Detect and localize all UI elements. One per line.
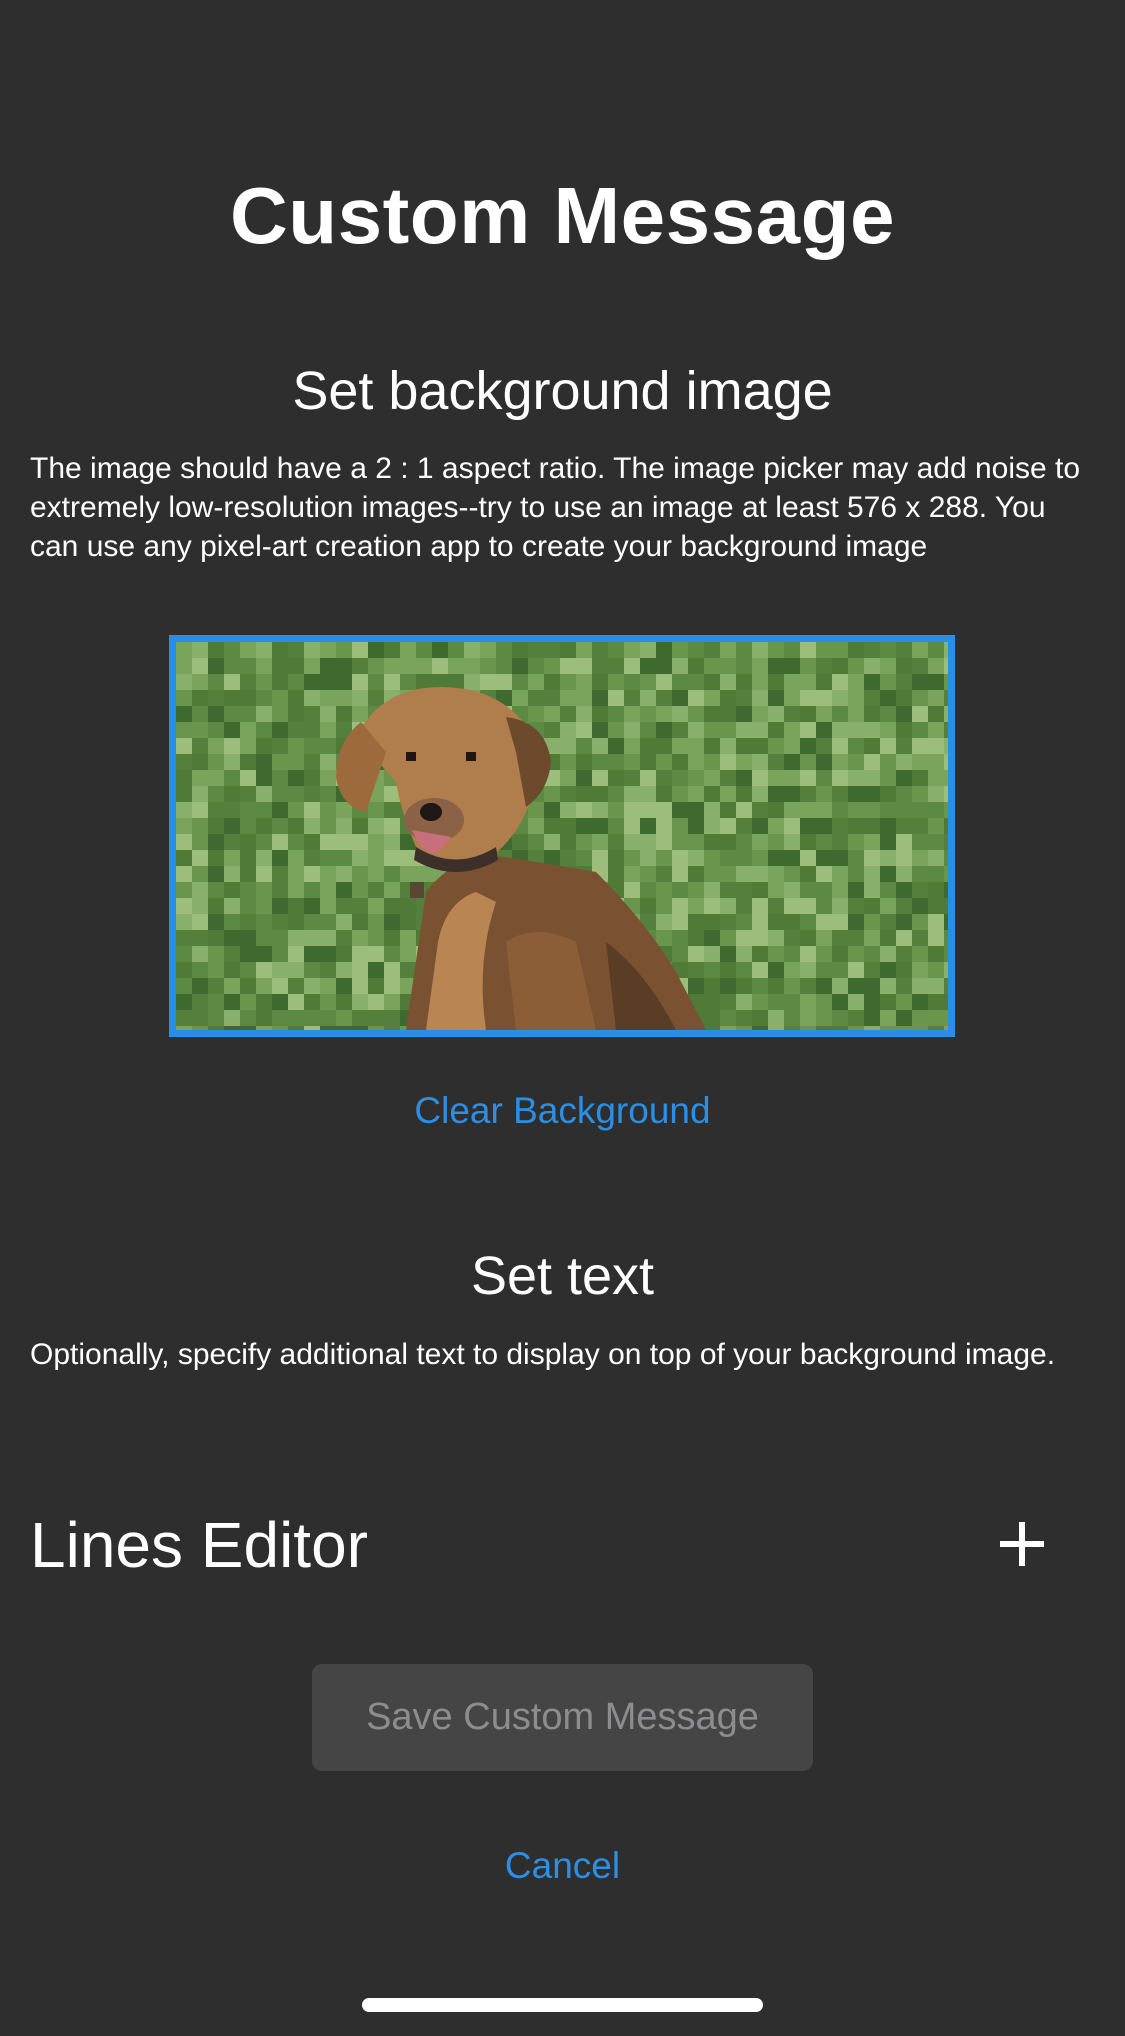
lines-editor-title: Lines Editor xyxy=(30,1509,368,1581)
background-section-description: The image should have a 2 : 1 aspect rat… xyxy=(30,452,1081,563)
clear-background-button[interactable]: Clear Background xyxy=(0,1090,1125,1132)
add-line-button[interactable] xyxy=(997,1512,1047,1576)
text-section-heading: Set text xyxy=(470,1246,655,1306)
cancel-button[interactable]: Cancel xyxy=(0,1845,1125,1887)
save-custom-message-button[interactable]: Save Custom Message xyxy=(312,1664,813,1771)
page-title: Custom Message xyxy=(230,171,895,260)
background-section-heading: Set background image xyxy=(292,361,833,421)
background-image-picker[interactable] xyxy=(169,635,955,1037)
home-indicator xyxy=(362,1998,763,2012)
plus-icon xyxy=(1000,1522,1044,1566)
background-image-preview xyxy=(176,642,948,1030)
text-section-description: Optionally, specify additional text to d… xyxy=(30,1338,1056,1371)
